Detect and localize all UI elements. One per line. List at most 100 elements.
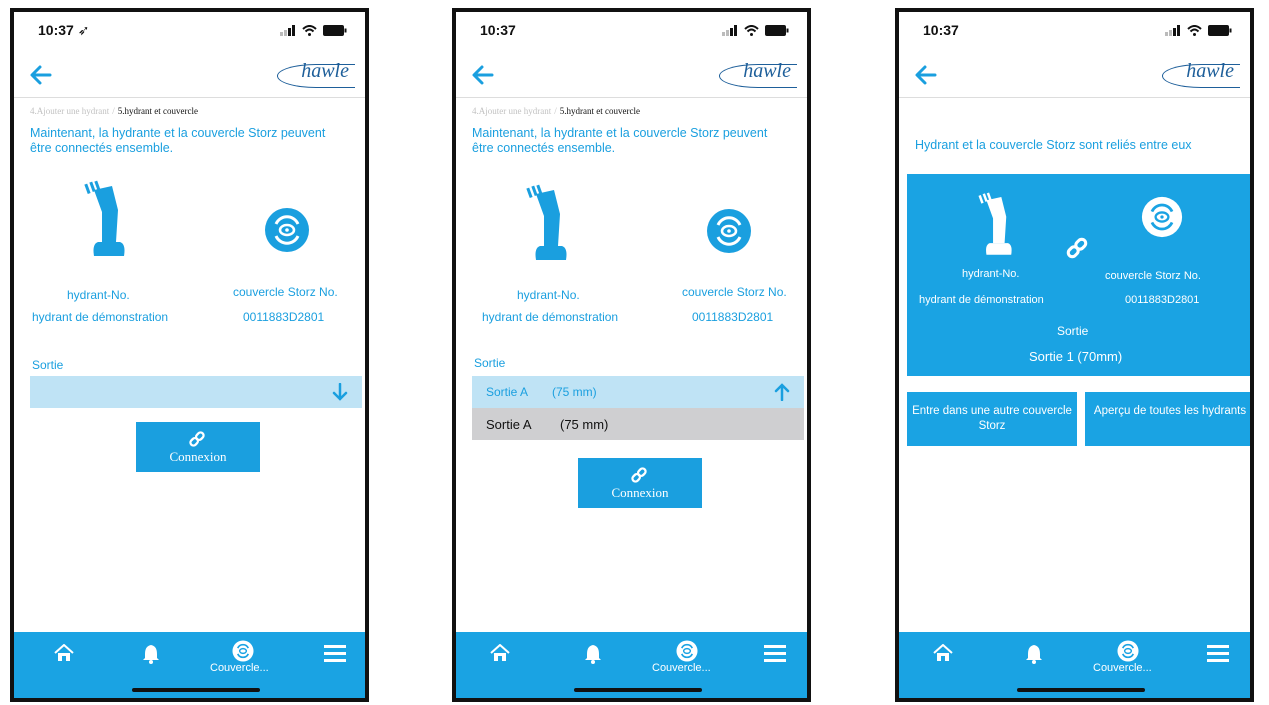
- signal-icon: [280, 25, 295, 36]
- tab-covers-label[interactable]: Couvercle...: [1093, 662, 1152, 674]
- status-time: 10:37 ➶: [38, 22, 90, 38]
- outlet-option-size: (75 mm): [560, 417, 609, 432]
- arrow-down-icon: [332, 383, 348, 401]
- storz-cover-icon: [265, 208, 309, 252]
- bottom-tab-bar: Couvercle...: [14, 632, 365, 698]
- bell-icon[interactable]: [142, 644, 160, 664]
- outlet-label: Sortie: [32, 358, 64, 372]
- outlet-label: Sortie: [474, 356, 506, 370]
- back-arrow-icon[interactable]: [470, 62, 496, 88]
- status-bar: 10:37 ➶: [14, 12, 365, 50]
- link-icon: [189, 431, 205, 447]
- cover-label: couvercle Storz No.: [682, 285, 787, 299]
- outlet-dropdown-value: Sortie A: [486, 385, 529, 399]
- hydrant-label: hydrant-No.: [962, 268, 1020, 280]
- hydrant-value: hydrant de démonstration: [919, 294, 1044, 306]
- app-header: hawle: [899, 52, 1250, 98]
- battery-icon: [323, 25, 347, 36]
- link-icon: [631, 467, 647, 483]
- outlet-label: Sortie: [1057, 324, 1089, 338]
- menu-icon[interactable]: [1207, 644, 1229, 662]
- arrow-up-icon: [774, 383, 790, 401]
- connect-button-label: Connexion: [611, 485, 669, 500]
- bell-icon[interactable]: [584, 644, 602, 664]
- status-time: 10:37: [480, 22, 516, 38]
- cover-label: couvercle Storz No.: [233, 285, 338, 299]
- home-indicator: [574, 688, 702, 692]
- status-time: 10:37: [923, 22, 959, 38]
- status-bar: 10:37: [456, 12, 807, 50]
- breadcrumb-previous[interactable]: 4.Ajouter une hydrant: [472, 106, 551, 116]
- status-icons: [280, 25, 347, 36]
- bell-icon[interactable]: [1025, 644, 1043, 664]
- cover-value: 0011883D2801: [692, 310, 774, 324]
- home-icon[interactable]: [933, 644, 953, 662]
- storz-cover-icon[interactable]: [676, 640, 698, 662]
- outlet-dropdown[interactable]: [30, 376, 362, 408]
- intro-text: Maintenant, la hydrante et la couvercle …: [30, 126, 326, 155]
- wifi-icon: [302, 25, 317, 36]
- app-header: hawle: [14, 52, 365, 98]
- home-indicator: [1017, 688, 1145, 692]
- outlet-option-name: Sortie A: [486, 417, 532, 432]
- success-message: Hydrant et la couvercle Storz sont relié…: [915, 138, 1192, 152]
- menu-icon[interactable]: [324, 644, 346, 662]
- tab-covers-label[interactable]: Couvercle...: [210, 662, 269, 674]
- overview-hydrants-button[interactable]: Aperçu de toutes les hydrants: [1085, 392, 1250, 446]
- menu-icon[interactable]: [764, 644, 786, 662]
- breadcrumb: 4.Ajouter une hydrant/5.hydrant et couve…: [472, 106, 640, 116]
- hawle-logo: hawle: [1186, 60, 1234, 82]
- hydrant-icon: [978, 192, 1012, 255]
- intro-text: Maintenant, la hydrante et la couvercle …: [472, 126, 768, 155]
- outlet-value: Sortie 1 (70mm): [1029, 349, 1123, 364]
- back-arrow-icon[interactable]: [28, 62, 54, 88]
- status-bar: 10:37: [899, 12, 1250, 50]
- connect-button[interactable]: Connexion: [578, 458, 702, 508]
- storz-cover-icon[interactable]: [232, 640, 254, 662]
- bottom-tab-bar: Couvercle...: [456, 632, 807, 698]
- signal-icon: [722, 25, 737, 36]
- hawle-logo: hawle: [301, 60, 349, 82]
- connection-summary-panel: hydrant-No. hydrant de démonstration cou…: [907, 174, 1250, 376]
- hydrant-icon: [84, 180, 125, 256]
- breadcrumb-current: 5.hydrant et couvercle: [117, 106, 198, 116]
- hydrant-value: hydrant de démonstration: [482, 310, 619, 324]
- breadcrumb: 4.Ajouter une hydrant/5.hydrant et couve…: [30, 106, 198, 116]
- phone-screen-select-outlet: 10:37 ➶ hawle 4.Ajouter une hydrant/5.hy…: [10, 8, 369, 702]
- bottom-tab-bar: Couvercle...: [899, 632, 1250, 698]
- outlet-dropdown[interactable]: Sortie A (75 mm): [472, 376, 804, 408]
- status-icons: [722, 25, 789, 36]
- outlet-option[interactable]: Sortie A (75 mm): [472, 408, 804, 440]
- connect-button[interactable]: Connexion: [136, 422, 260, 472]
- breadcrumb-current: 5.hydrant et couvercle: [559, 106, 640, 116]
- cover-label: couvercle Storz No.: [1105, 270, 1201, 282]
- storz-cover-icon: [707, 209, 751, 253]
- hydrant-label: hydrant-No.: [67, 288, 130, 302]
- wifi-icon: [1187, 25, 1202, 36]
- wifi-icon: [744, 25, 759, 36]
- battery-icon: [1208, 25, 1232, 36]
- phone-screen-outlet-open: 10:37 hawle 4.Ajouter une hydrant/5.hydr…: [452, 8, 811, 702]
- hydrant-value: hydrant de démonstration: [32, 310, 169, 324]
- home-indicator: [132, 688, 260, 692]
- storz-cover-icon: [1141, 196, 1183, 238]
- hydrant-icon: [526, 184, 567, 260]
- link-icon: [1066, 237, 1088, 259]
- hawle-logo: hawle: [743, 60, 791, 82]
- signal-icon: [1165, 25, 1180, 36]
- battery-icon: [765, 25, 789, 36]
- home-icon[interactable]: [54, 644, 74, 662]
- storz-cover-icon[interactable]: [1117, 640, 1139, 662]
- phone-screen-connected: 10:37 hawle Hydrant et la couvercle Stor…: [895, 8, 1254, 702]
- outlet-dropdown-size: (75 mm): [552, 385, 597, 399]
- back-arrow-icon[interactable]: [913, 62, 939, 88]
- breadcrumb-previous[interactable]: 4.Ajouter une hydrant: [30, 106, 109, 116]
- home-icon[interactable]: [490, 644, 510, 662]
- cover-value: 0011883D2801: [243, 310, 325, 324]
- app-header: hawle: [456, 52, 807, 98]
- status-icons: [1165, 25, 1232, 36]
- connect-button-label: Connexion: [169, 449, 227, 464]
- tab-covers-label[interactable]: Couvercle...: [652, 662, 711, 674]
- enter-another-cover-button[interactable]: Entre dans une autre couvercle Storz: [907, 392, 1077, 446]
- hydrant-label: hydrant-No.: [517, 288, 580, 302]
